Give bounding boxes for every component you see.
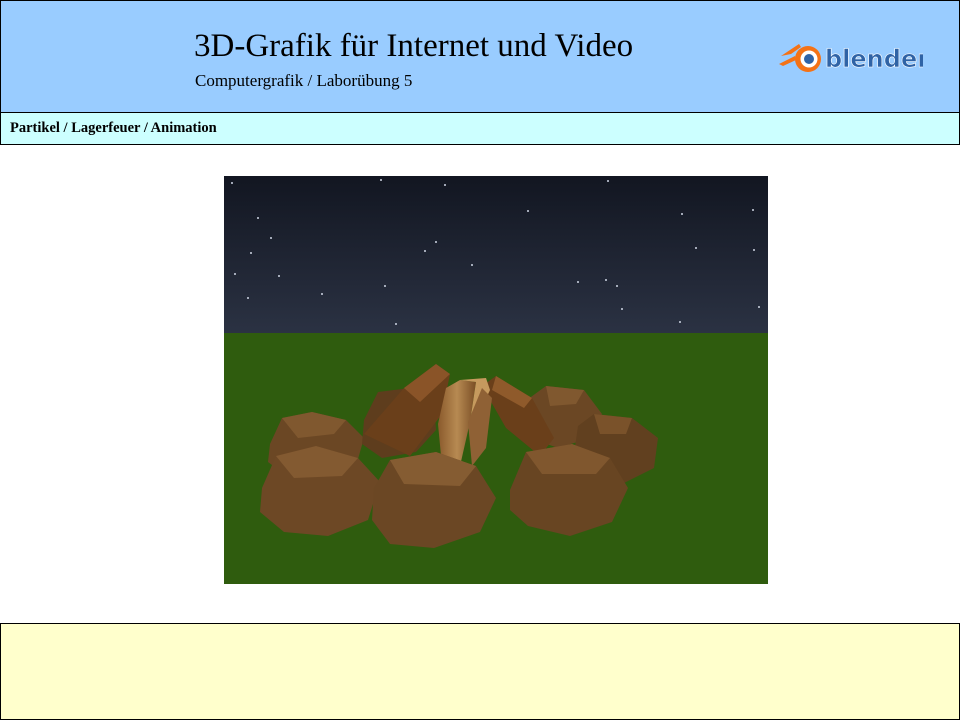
slide-header: 3D-Grafik für Internet und Video Compute…: [0, 0, 960, 113]
campfire-stones-front: [260, 444, 628, 548]
campfire-render: [224, 176, 768, 584]
slide-title: 3D-Grafik für Internet und Video: [194, 28, 634, 64]
blender-logo: blender: [777, 34, 930, 78]
blender-mark-icon: [779, 44, 821, 72]
blender-logo-text: blender: [825, 45, 923, 73]
breadcrumb: Partikel / Lagerfeuer / Animation: [0, 112, 960, 145]
notes-panel: [0, 623, 960, 720]
slide-subtitle: Computergrafik / Laborübung 5: [195, 71, 413, 90]
breadcrumb-text: Partikel / Lagerfeuer / Animation: [10, 120, 217, 136]
campfire-render-image: [224, 176, 768, 584]
blender-logo-icon: blender: [779, 44, 930, 73]
night-sky: [224, 176, 768, 334]
